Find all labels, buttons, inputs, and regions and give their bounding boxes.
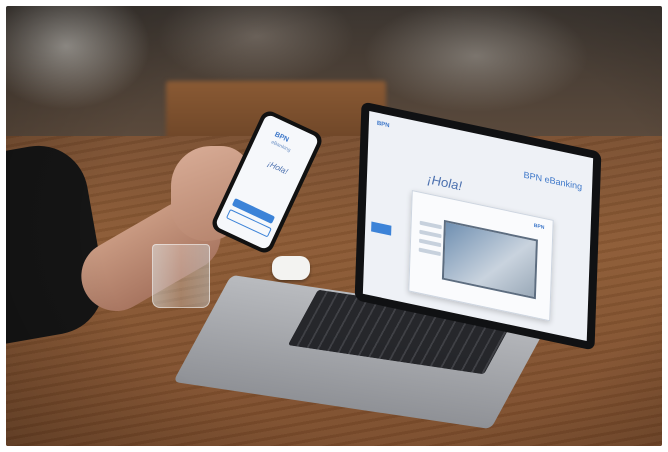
laptop-modal: BPN — [408, 190, 554, 322]
laptop-greeting: ¡Hola! — [427, 171, 463, 194]
water-glass — [152, 244, 210, 308]
modal-photo — [441, 219, 538, 300]
photo: BPN BPN eBanking ¡Hola! BPN BPN eBanking… — [6, 6, 662, 446]
phone-greeting: ¡Hola! — [266, 159, 290, 177]
laptop-side-button — [371, 221, 392, 236]
modal-logo: BPN — [533, 222, 545, 231]
laptop-screen: BPN BPN eBanking ¡Hola! BPN — [362, 110, 594, 342]
laptop-logo-right: BPN eBanking — [523, 169, 583, 192]
earbuds-case — [272, 256, 310, 280]
modal-menu-list — [418, 220, 442, 261]
laptop-logo-left: BPN — [376, 120, 390, 130]
phone-subtitle: eBanking — [270, 139, 292, 154]
